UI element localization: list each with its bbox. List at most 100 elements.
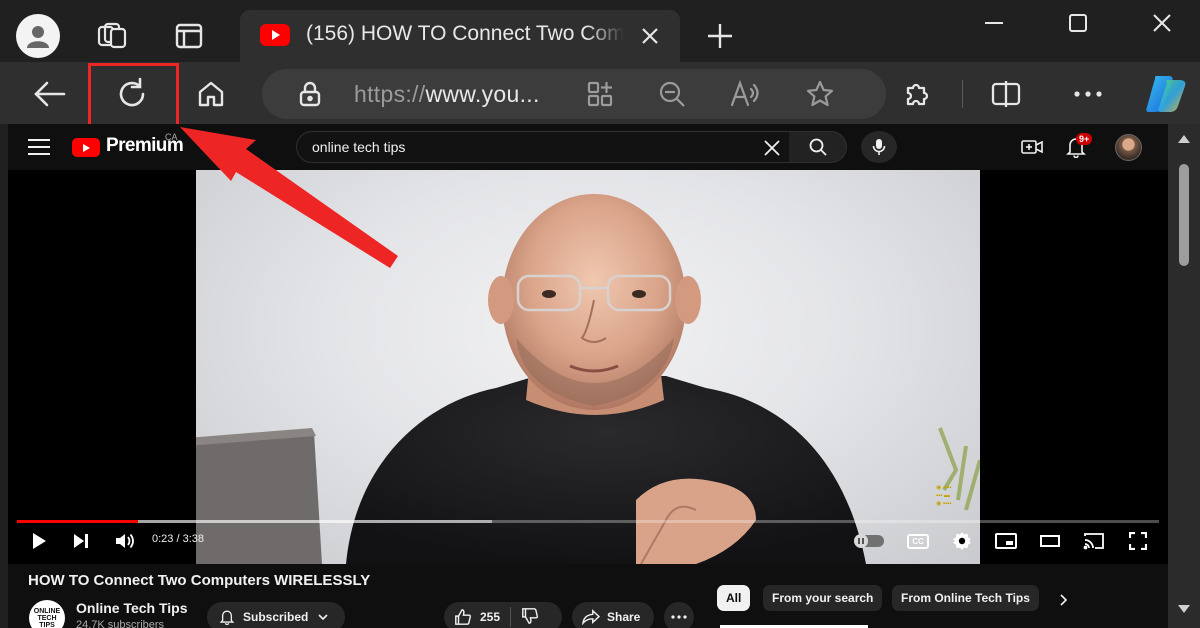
address-bar[interactable]: https://www.you... <box>262 69 886 119</box>
vertical-tabs-button[interactable] <box>165 12 213 60</box>
extensions-button[interactable] <box>892 68 944 120</box>
apps-add-icon <box>587 81 613 107</box>
search-query-text: online tech tips <box>312 139 406 155</box>
home-icon <box>198 81 224 107</box>
captions-button[interactable]: CC <box>904 526 932 556</box>
new-tab-button[interactable] <box>696 12 744 60</box>
browser-toolbar: https://www.you... <box>0 62 1200 127</box>
maximize-button[interactable] <box>1036 0 1120 46</box>
copilot-icon <box>1146 76 1186 112</box>
page-viewport: Premium CA online tech tips 9+ ◉ ▪▪▪▪ ▪▪… <box>8 124 1168 628</box>
next-button[interactable] <box>68 526 94 556</box>
app-available-button[interactable] <box>580 74 620 114</box>
chip-from-your-search[interactable]: From your search <box>763 585 883 611</box>
channel-avatar[interactable]: ONLINE TECH TIPS <box>29 600 65 628</box>
notifications-button[interactable]: 9+ <box>1060 131 1093 163</box>
chips-next-button[interactable] <box>1054 590 1074 610</box>
toolbar-separator <box>962 80 963 108</box>
more-actions-button[interactable] <box>664 602 694 628</box>
notification-count-badge: 9+ <box>1076 133 1093 145</box>
subscribed-button[interactable]: Subscribed <box>207 602 345 628</box>
menu-icon-bar <box>28 139 50 141</box>
volume-icon <box>116 533 134 549</box>
create-button[interactable] <box>1016 131 1048 163</box>
progress-bar[interactable] <box>17 520 1159 523</box>
presenter-video-image <box>196 194 980 564</box>
back-button[interactable] <box>24 68 76 120</box>
page-scrollbar[interactable] <box>1168 124 1200 628</box>
channel-watermark: ◉ ▪▪▪▪ ▪▪▪ ▬ ◉ ▪▪▪▪ <box>936 485 952 507</box>
gear-icon <box>953 532 971 550</box>
scroll-down-arrow-icon <box>1178 605 1190 613</box>
search-input[interactable]: online tech tips <box>296 131 790 163</box>
tab-close-button[interactable] <box>634 20 666 52</box>
copilot-button[interactable] <box>1140 68 1192 120</box>
fullscreen-icon <box>1129 532 1147 550</box>
chevron-right-icon <box>1060 594 1068 606</box>
workspaces-icon <box>97 22 127 49</box>
mute-button[interactable] <box>112 526 138 556</box>
autoplay-toggle[interactable] <box>854 534 884 548</box>
captions-icon: CC <box>907 533 929 549</box>
workspaces-button[interactable] <box>88 12 136 60</box>
minimize-button[interactable] <box>952 0 1036 46</box>
read-aloud-button[interactable] <box>726 74 766 114</box>
like-button[interactable]: 255 <box>454 608 500 626</box>
active-tab[interactable]: (156) HOW TO Connect Two Computers WIREL… <box>240 10 680 62</box>
video-frame <box>196 170 980 564</box>
like-dislike-group: 255 <box>444 602 562 628</box>
zoom-out-icon <box>659 81 685 107</box>
site-info-button[interactable] <box>290 74 330 114</box>
channel-name[interactable]: Online Tech Tips <box>76 600 188 616</box>
chip-all[interactable]: All <box>717 585 751 611</box>
url-text[interactable]: https://www.you... <box>354 81 540 108</box>
guide-menu-button[interactable] <box>26 136 52 158</box>
time-display: 0:23 / 3:38 <box>152 533 204 545</box>
miniplayer-button[interactable] <box>992 526 1020 556</box>
profile-button[interactable] <box>14 12 62 60</box>
plus-icon <box>708 24 732 48</box>
scroll-up-arrow-icon <box>1178 135 1190 143</box>
create-video-icon <box>1021 140 1043 154</box>
voice-search-button[interactable] <box>861 131 897 163</box>
split-screen-button[interactable] <box>980 68 1032 120</box>
bell-icon <box>219 610 235 625</box>
read-aloud-icon <box>730 80 759 107</box>
search-button[interactable] <box>789 131 847 163</box>
thumbs-down-icon <box>522 607 539 624</box>
star-icon <box>806 80 834 107</box>
thumbs-up-icon <box>455 609 472 625</box>
puzzle-icon <box>906 83 929 106</box>
cast-button[interactable] <box>1080 526 1108 556</box>
home-button[interactable] <box>185 68 237 120</box>
share-label: Share <box>607 610 641 624</box>
account-avatar[interactable] <box>1115 134 1142 161</box>
search-clear-button[interactable] <box>761 137 783 159</box>
dislike-button[interactable] <box>521 607 539 628</box>
browser-tab-strip: (156) HOW TO Connect Two Computers WIREL… <box>0 0 1200 62</box>
maximize-icon <box>1069 14 1087 32</box>
youtube-logo-icon[interactable] <box>72 138 100 157</box>
zoom-button[interactable] <box>652 74 692 114</box>
subscriber-count: 24.7K subscribers <box>76 619 165 628</box>
theater-mode-button[interactable] <box>1036 526 1064 556</box>
play-button[interactable] <box>26 526 52 556</box>
window-close-button[interactable] <box>1120 0 1200 46</box>
settings-button[interactable] <box>948 526 976 556</box>
scrollbar-thumb[interactable] <box>1179 164 1189 266</box>
cast-icon <box>1083 533 1104 550</box>
close-icon <box>764 140 780 156</box>
favorite-button[interactable] <box>800 74 840 114</box>
share-button[interactable]: Share <box>572 602 654 628</box>
profile-icon <box>16 14 60 58</box>
settings-more-button[interactable] <box>1062 68 1114 120</box>
chip-from-online-tech-tips[interactable]: From Online Tech Tips <box>892 585 1039 611</box>
youtube-favicon-icon <box>260 24 290 51</box>
miniplayer-icon <box>995 533 1017 549</box>
lock-icon <box>299 81 321 107</box>
share-icon <box>582 609 600 625</box>
fullscreen-button[interactable] <box>1124 526 1152 556</box>
like-count: 255 <box>480 610 501 624</box>
video-player[interactable]: ◉ ▪▪▪▪ ▪▪▪ ▬ ◉ ▪▪▪▪ 0:23 / 3:38 CC <box>8 170 1168 564</box>
reload-highlight-box <box>88 63 179 127</box>
